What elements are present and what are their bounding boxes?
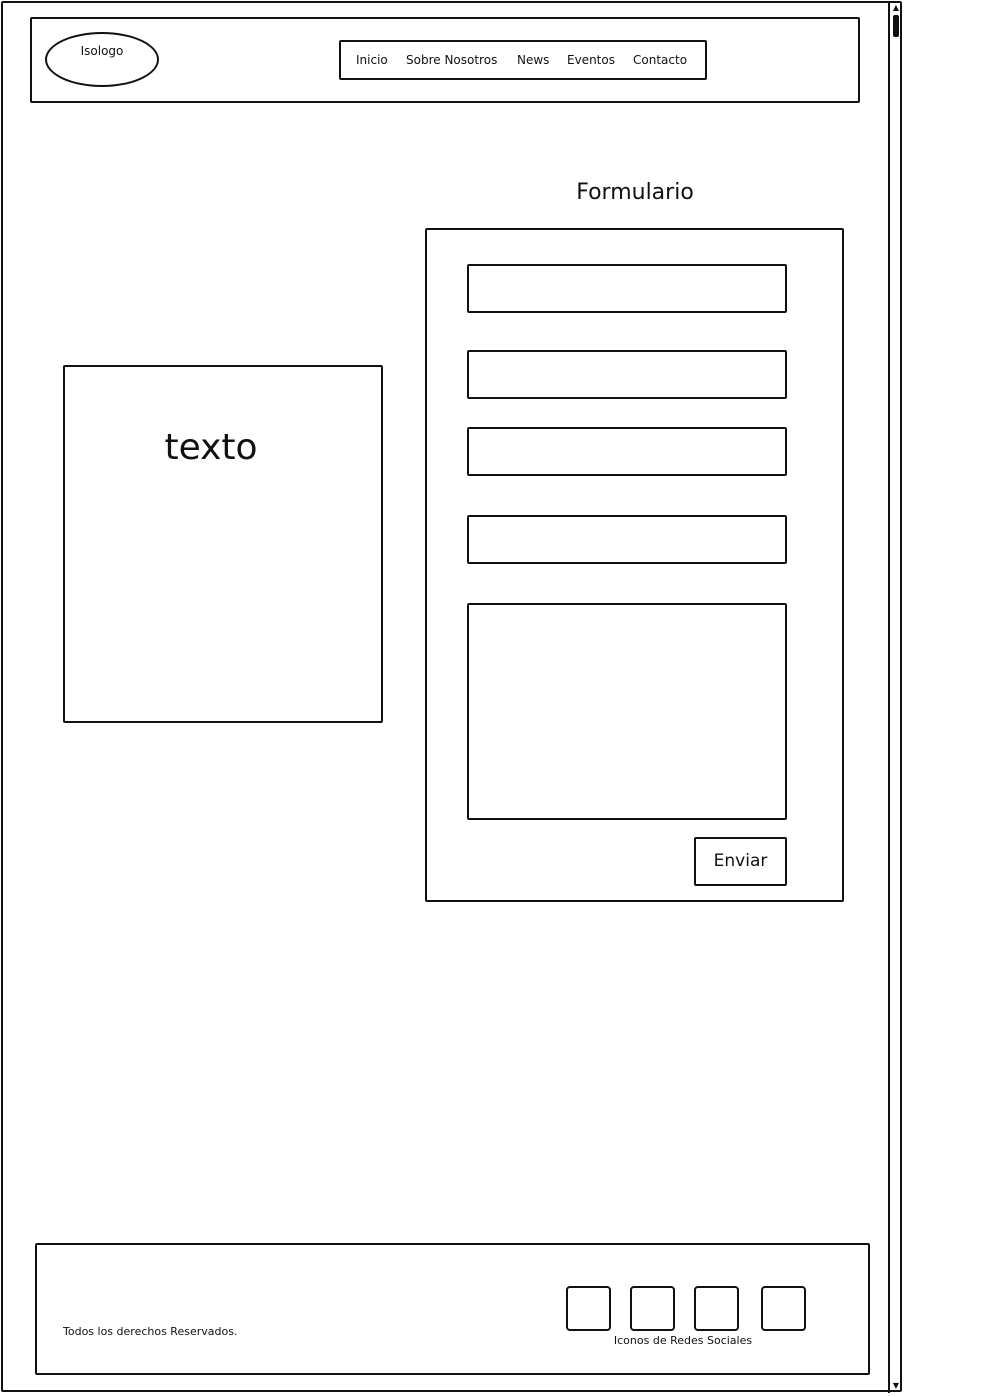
form-title: Formulario bbox=[576, 180, 694, 205]
form-field-1[interactable] bbox=[467, 264, 787, 313]
social-icon-4[interactable] bbox=[761, 1286, 806, 1331]
social-icon-1[interactable] bbox=[566, 1286, 611, 1331]
text-content-box: texto bbox=[63, 365, 383, 723]
scroll-down-arrow-icon[interactable]: ▼ bbox=[890, 1381, 902, 1391]
scroll-up-arrow-icon[interactable]: ▲ bbox=[890, 3, 902, 13]
form-field-3[interactable] bbox=[467, 427, 787, 476]
form-field-4[interactable] bbox=[467, 515, 787, 564]
text-box-label: texto bbox=[164, 427, 258, 468]
submit-button[interactable]: Enviar bbox=[694, 837, 787, 886]
social-icons-label: Iconos de Redes Sociales bbox=[613, 1334, 753, 1347]
nav-item-sobre-nosotros[interactable]: Sobre Nosotros bbox=[406, 53, 497, 67]
nav-item-inicio[interactable]: Inicio bbox=[356, 53, 388, 67]
scroll-thumb[interactable] bbox=[893, 15, 899, 37]
vertical-scrollbar[interactable]: ▲ ▼ bbox=[888, 1, 902, 1393]
social-icon-2[interactable] bbox=[630, 1286, 675, 1331]
nav-bar: Inicio Sobre Nosotros News Eventos Conta… bbox=[339, 40, 707, 80]
copyright-text: Todos los derechos Reservados. bbox=[63, 1325, 238, 1338]
social-icon-3[interactable] bbox=[694, 1286, 739, 1331]
form-field-2[interactable] bbox=[467, 350, 787, 399]
logo[interactable]: Isologo bbox=[45, 32, 159, 87]
nav-item-news[interactable]: News bbox=[517, 53, 549, 67]
nav-item-contacto[interactable]: Contacto bbox=[633, 53, 687, 67]
logo-label: Isologo bbox=[80, 44, 124, 58]
footer bbox=[35, 1243, 870, 1375]
form-message-textarea[interactable] bbox=[467, 603, 787, 820]
nav-item-eventos[interactable]: Eventos bbox=[567, 53, 615, 67]
